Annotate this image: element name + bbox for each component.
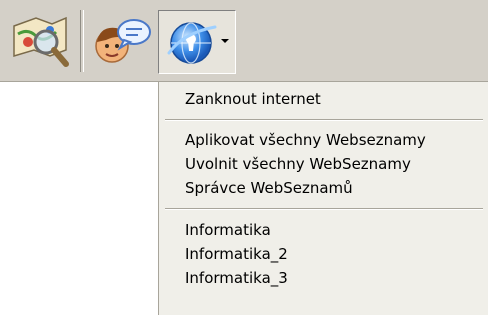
- search-tool-button[interactable]: [6, 12, 74, 70]
- magnifier-map-icon: [13, 16, 69, 67]
- menu-item-list-informatika-3[interactable]: Informatika_3: [185, 266, 288, 290]
- globe-lock-icon: [167, 22, 217, 64]
- menu-item-release-all[interactable]: Uvolnit všechny WebSeznamy: [185, 152, 411, 176]
- dropdown-menu: Zanknout internet Aplikovat všechny Webs…: [158, 81, 488, 315]
- menu-item-list-informatika[interactable]: Informatika: [185, 218, 271, 242]
- menu-item-apply-all[interactable]: Aplikovat všechny Webseznamy: [185, 128, 426, 152]
- menu-item-manager[interactable]: Správce WebSeznamů: [185, 176, 353, 200]
- menu-separator: [165, 119, 483, 121]
- person-speech-bubble-icon: [95, 19, 151, 63]
- menu-item-lock-internet[interactable]: Zanknout internet: [185, 87, 321, 111]
- chat-tool-button[interactable]: [88, 12, 156, 70]
- toolbar-separator: [80, 10, 84, 72]
- toolbar: [0, 0, 488, 82]
- app-window: Zanknout internet Aplikovat všechny Webs…: [0, 0, 488, 315]
- menu-item-list-informatika-2[interactable]: Informatika_2: [185, 242, 288, 266]
- chevron-down-icon[interactable]: [221, 39, 229, 43]
- internet-lock-tool-button[interactable]: [158, 10, 236, 74]
- menu-separator: [165, 208, 483, 210]
